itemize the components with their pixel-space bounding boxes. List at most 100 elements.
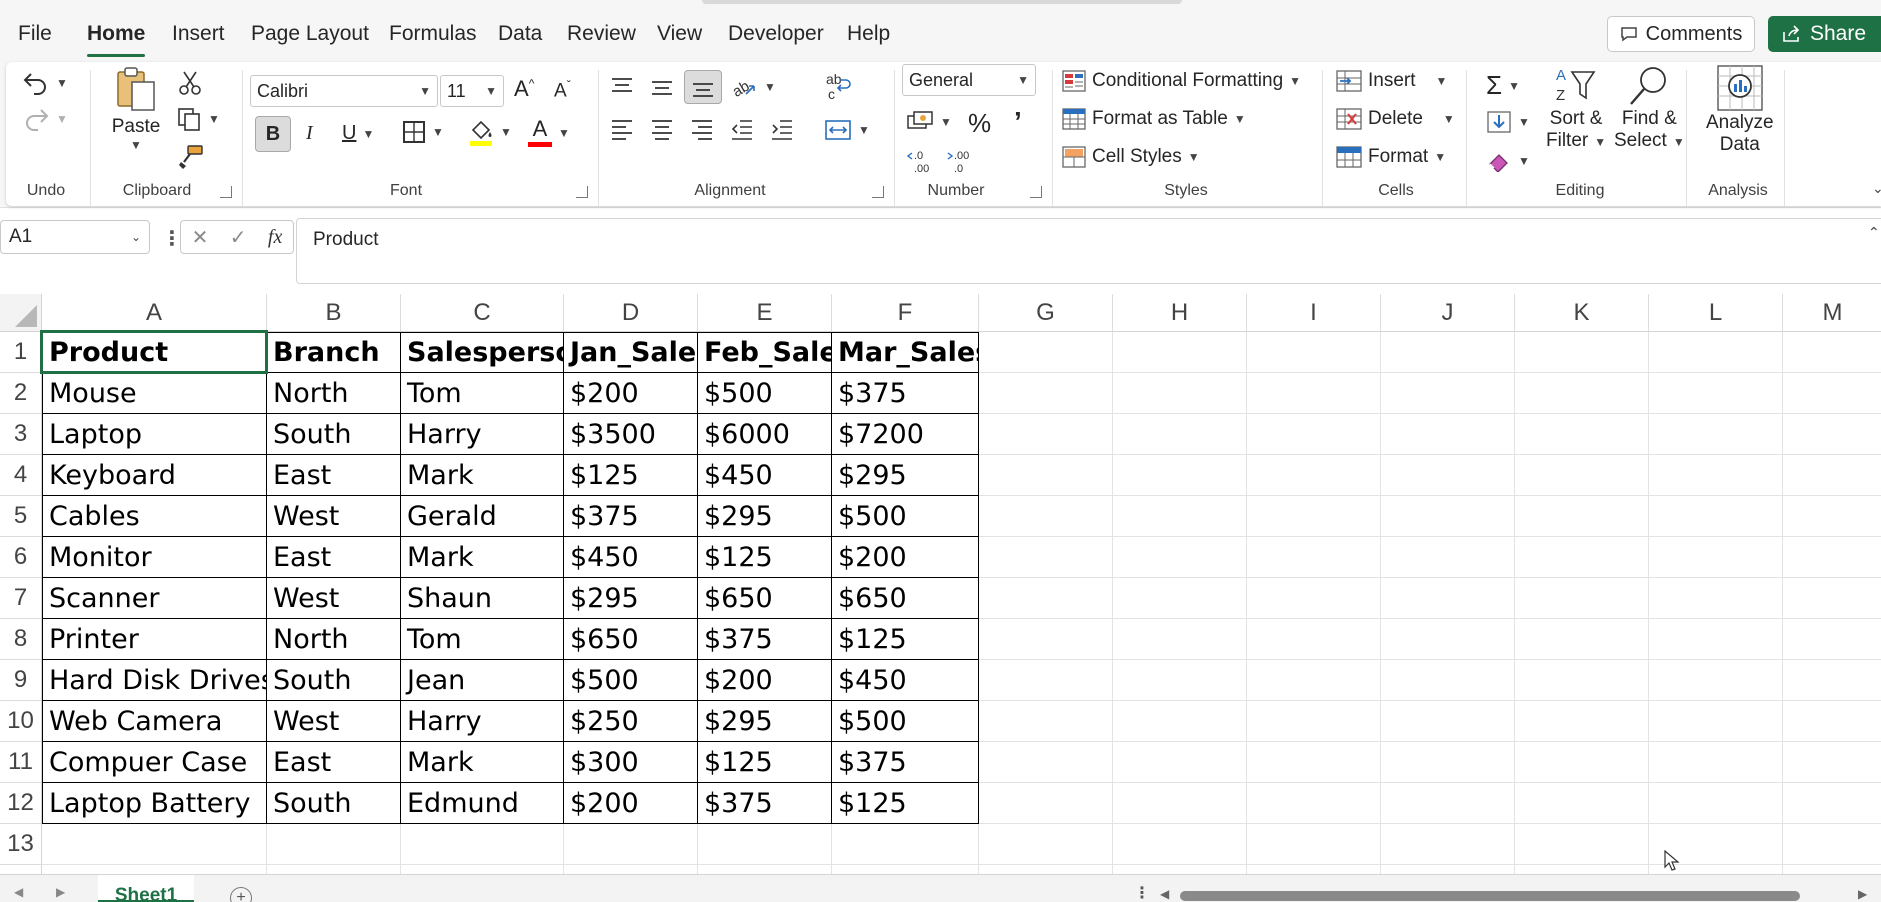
align-center-button[interactable] (650, 118, 674, 140)
increase-decimal-button[interactable]: .0.00 (906, 148, 936, 174)
table-cell[interactable]: Harry (401, 414, 564, 455)
table-cell[interactable]: $6000 (698, 414, 832, 455)
column-header-c[interactable]: C (401, 294, 564, 332)
table-cell[interactable]: $125 (832, 783, 979, 824)
column-header-j[interactable]: J (1381, 294, 1515, 332)
table-cell[interactable]: $650 (832, 578, 979, 619)
table-cell[interactable]: Scanner (42, 578, 267, 619)
delete-cells-button[interactable]: Delete ▼ (1336, 108, 1455, 130)
decrease-decimal-button[interactable]: .00.0 (946, 148, 976, 174)
comments-button[interactable]: Comments (1607, 16, 1755, 52)
column-header-k[interactable]: K (1515, 294, 1649, 332)
table-cell[interactable]: $650 (698, 578, 832, 619)
clipboard-launcher-icon[interactable] (220, 186, 232, 198)
chevron-down-icon[interactable]: ▼ (940, 115, 952, 129)
wrap-text-button[interactable]: ab c (824, 72, 852, 102)
alignment-launcher-icon[interactable] (872, 186, 884, 198)
table-cell[interactable]: West (267, 578, 401, 619)
table-cell[interactable]: $500 (832, 496, 979, 537)
bold-button[interactable]: B (255, 116, 291, 152)
table-cell[interactable]: Web Camera (42, 701, 267, 742)
redo-button[interactable]: ▼ (22, 106, 68, 132)
chevron-down-icon[interactable]: ▼ (1518, 154, 1530, 168)
sheet-tab-sheet1[interactable]: Sheet1 (98, 875, 194, 902)
row-header-1[interactable]: 1 (0, 332, 42, 373)
table-cell[interactable]: $200 (564, 373, 698, 414)
table-cell[interactable]: West (267, 496, 401, 537)
tab-data[interactable]: Data (498, 22, 542, 46)
table-cell[interactable]: $500 (698, 373, 832, 414)
table-cell[interactable]: Laptop (42, 414, 267, 455)
chevron-down-icon[interactable]: ▼ (558, 126, 570, 140)
table-cell[interactable]: Edmund (401, 783, 564, 824)
table-cell[interactable]: $375 (698, 619, 832, 660)
row-header-5[interactable]: 5 (0, 496, 42, 537)
chevron-down-icon[interactable]: ▼ (1518, 115, 1530, 129)
row-header-10[interactable]: 10 (0, 701, 42, 742)
table-cell[interactable]: South (267, 414, 401, 455)
table-cell[interactable]: $125 (698, 537, 832, 578)
more-options-icon[interactable]: ⋮ (1134, 883, 1150, 902)
column-header-f[interactable]: F (832, 294, 979, 332)
decrease-indent-button[interactable] (730, 118, 754, 140)
table-cell[interactable]: Jean (401, 660, 564, 701)
table-cell[interactable]: West (267, 701, 401, 742)
table-header-cell[interactable]: Mar_Sales (832, 332, 979, 373)
chevron-down-icon[interactable]: ▼ (858, 123, 870, 137)
table-cell[interactable]: South (267, 660, 401, 701)
table-header-cell[interactable]: Product (42, 332, 267, 373)
table-cell[interactable]: Harry (401, 701, 564, 742)
collapse-ribbon-button[interactable]: ⌄ (1866, 180, 1881, 197)
row-header-3[interactable]: 3 (0, 414, 42, 455)
column-header-g[interactable]: G (979, 294, 1113, 332)
format-cells-button[interactable]: Format ▼ (1336, 146, 1446, 168)
expand-formula-bar-icon[interactable]: ⌃ (1868, 224, 1880, 241)
table-cell[interactable]: North (267, 373, 401, 414)
table-cell[interactable]: Hard Disk Drives (42, 660, 267, 701)
table-cell[interactable]: $125 (698, 742, 832, 783)
column-header-d[interactable]: D (564, 294, 698, 332)
table-cell[interactable]: $295 (698, 701, 832, 742)
format-as-table-button[interactable]: Format as Table ▼ (1062, 108, 1246, 130)
table-cell[interactable]: East (267, 537, 401, 578)
analyze-data-button[interactable]: Analyze Data (1706, 64, 1774, 156)
tab-review[interactable]: Review (567, 22, 636, 46)
comma-style-button[interactable]: ’ (1014, 106, 1022, 138)
chevron-down-icon[interactable]: ▼ (362, 127, 374, 141)
tab-insert[interactable]: Insert (172, 22, 225, 46)
table-cell[interactable]: $450 (698, 455, 832, 496)
table-cell[interactable]: $200 (832, 537, 979, 578)
chevron-down-icon[interactable]: ▼ (764, 80, 776, 94)
formula-input[interactable]: Product (296, 218, 1881, 284)
table-cell[interactable]: Monitor (42, 537, 267, 578)
table-cell[interactable]: Mouse (42, 373, 267, 414)
autosum-button[interactable]: Σ ▼ (1486, 70, 1520, 101)
cut-button[interactable] (178, 70, 202, 96)
align-right-button[interactable] (690, 118, 714, 140)
table-cell[interactable]: Printer (42, 619, 267, 660)
row-header-13[interactable]: 13 (0, 824, 42, 865)
row-header-6[interactable]: 6 (0, 537, 42, 578)
table-cell[interactable]: Shaun (401, 578, 564, 619)
table-cell[interactable]: East (267, 455, 401, 496)
hscroll-right-icon[interactable]: ▶ (1858, 887, 1867, 901)
table-cell[interactable]: $3500 (564, 414, 698, 455)
table-header-cell[interactable]: Branch (267, 332, 401, 373)
table-cell[interactable]: $200 (698, 660, 832, 701)
increase-indent-button[interactable] (770, 118, 794, 140)
table-cell[interactable]: Mark (401, 742, 564, 783)
cancel-icon[interactable]: ✕ (192, 225, 209, 250)
table-cell[interactable]: North (267, 619, 401, 660)
table-header-cell[interactable]: Salesperson (401, 332, 564, 373)
table-cell[interactable]: $375 (564, 496, 698, 537)
accounting-format-button[interactable]: ▼ (906, 110, 952, 134)
table-cell[interactable]: Mark (401, 455, 564, 496)
row-header-11[interactable]: 11 (0, 742, 42, 783)
table-cell[interactable]: $450 (564, 537, 698, 578)
table-cell[interactable]: East (267, 742, 401, 783)
table-cell[interactable]: $295 (564, 578, 698, 619)
find-select-button[interactable]: Find & Select ▼ (1614, 64, 1685, 153)
chevron-down-icon[interactable]: ▼ (56, 112, 68, 126)
table-cell[interactable]: Keyboard (42, 455, 267, 496)
row-header-2[interactable]: 2 (0, 373, 42, 414)
